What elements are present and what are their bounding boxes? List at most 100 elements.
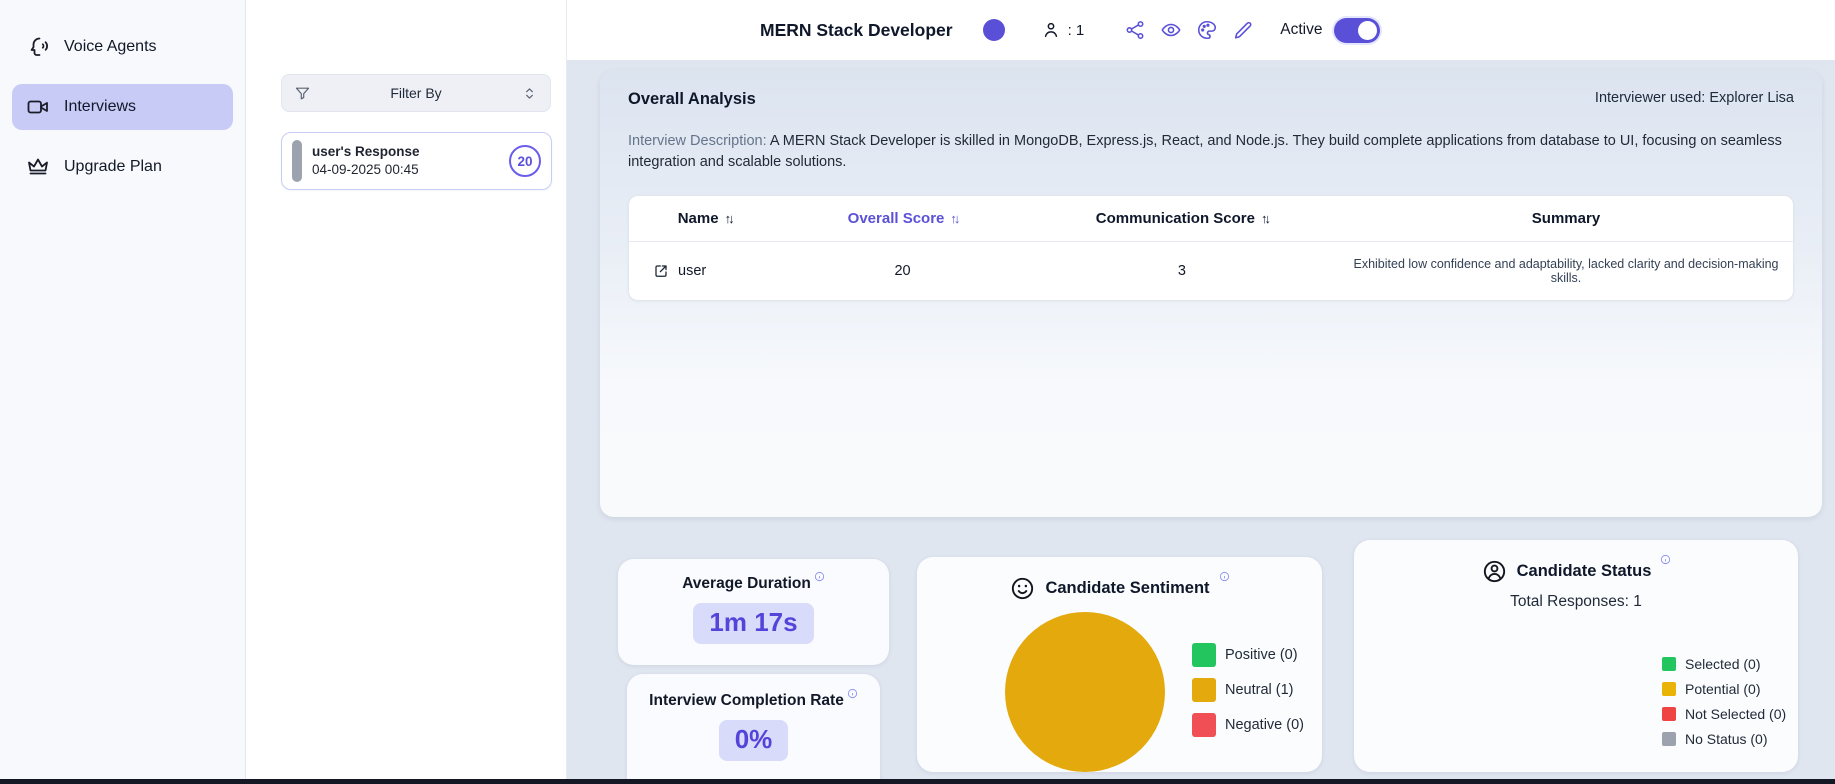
legend-label: Neutral (1)	[1225, 682, 1294, 698]
response-datetime: 04-09-2025 00:45	[312, 161, 420, 179]
legend-item-neutral: Neutral (1)	[1192, 678, 1304, 702]
column-label: Summary	[1532, 210, 1600, 227]
column-label: Name	[678, 210, 719, 227]
active-label: Active	[1280, 21, 1322, 39]
active-toggle[interactable]	[1334, 18, 1380, 43]
total-responses: Total Responses: 1	[1354, 593, 1798, 611]
table-row[interactable]: user 20 3 Exhibited low confidence and a…	[629, 242, 1793, 300]
crown-icon	[26, 155, 50, 179]
smiley-icon	[1009, 575, 1036, 602]
info-icon[interactable]	[1219, 571, 1230, 582]
sidebar-item-label: Interviews	[64, 98, 136, 116]
legend-item-selected: Selected (0)	[1662, 656, 1786, 672]
response-score-badge: 20	[509, 145, 541, 177]
candidate-name: user	[678, 263, 706, 279]
communication-score-cell: 3	[1025, 263, 1339, 279]
interview-dashboard: Voice Agents Interviews Upgrade Plan Fil…	[0, 0, 1835, 784]
candidate-status-card: Candidate Status Total Responses: 1 Sele…	[1354, 540, 1798, 772]
average-duration-value: 1m 17s	[693, 603, 813, 644]
sort-icon: ↑↓	[1261, 211, 1268, 226]
sentiment-pie-chart[interactable]	[1005, 612, 1165, 772]
legend-label: Not Selected (0)	[1685, 706, 1786, 722]
candidate-status-title: Candidate Status	[1517, 558, 1652, 585]
overall-analysis-card: Overall Analysis Interviewer used: Explo…	[600, 70, 1822, 517]
main-header: MERN Stack Developer : 1	[567, 0, 1835, 60]
funnel-icon	[294, 85, 311, 102]
completion-rate-value: 0%	[719, 720, 789, 761]
external-link-icon[interactable]	[653, 263, 669, 279]
main-content: Overall Analysis Interviewer used: Explo…	[567, 60, 1835, 784]
eye-icon	[1160, 19, 1182, 41]
pencil-icon	[1232, 19, 1254, 41]
interviewer-avatar-dot	[983, 19, 1005, 41]
window-bottom-edge	[0, 779, 1835, 784]
legend-item-potential: Potential (0)	[1662, 681, 1786, 697]
toggle-knob	[1358, 21, 1377, 40]
interview-description-label: Interview Description:	[628, 133, 767, 149]
chevron-up-down-icon	[521, 85, 538, 102]
respondent-count-value: : 1	[1068, 22, 1085, 39]
info-icon[interactable]	[1660, 554, 1671, 565]
legend-color-swatch	[1192, 713, 1216, 737]
column-header-overall-score[interactable]: Overall Score ↑↓	[780, 210, 1024, 227]
overall-analysis-title: Overall Analysis	[628, 90, 756, 109]
response-list-item[interactable]: user's Response 04-09-2025 00:45 20	[281, 132, 552, 190]
average-duration-card: Average Duration 1m 17s	[618, 559, 889, 665]
theme-button[interactable]	[1196, 19, 1218, 41]
person-icon	[1041, 20, 1061, 40]
legend-label: Negative (0)	[1225, 717, 1304, 733]
preview-button[interactable]	[1160, 19, 1182, 41]
legend-color-swatch	[1662, 707, 1676, 721]
legend-color-swatch	[1662, 682, 1676, 696]
info-icon[interactable]	[847, 688, 858, 699]
average-duration-title: Average Duration	[682, 575, 811, 593]
column-label: Communication Score	[1096, 210, 1255, 227]
table-header-row: Name↑↓ Overall Score↑↓ Communication Sco…	[629, 196, 1793, 242]
share-icon	[1124, 19, 1146, 41]
legend-label: Selected (0)	[1685, 656, 1760, 672]
sort-icon: ↑↓	[950, 211, 957, 226]
legend-color-swatch	[1662, 732, 1676, 746]
sentiment-legend: Positive (0) Neutral (1) Negative (0)	[1192, 643, 1304, 737]
sidebar-item-label: Voice Agents	[64, 38, 157, 56]
page-title: MERN Stack Developer	[760, 20, 953, 41]
legend-color-swatch	[1192, 678, 1216, 702]
legend-label: Positive (0)	[1225, 647, 1298, 663]
column-label: Overall Score	[848, 210, 945, 227]
column-header-summary: Summary	[1339, 210, 1793, 227]
column-header-name[interactable]: Name↑↓	[629, 210, 780, 227]
info-icon[interactable]	[814, 571, 825, 582]
candidate-sentiment-title: Candidate Sentiment	[1045, 575, 1209, 602]
sidebar: Voice Agents Interviews Upgrade Plan	[0, 0, 246, 784]
edit-button[interactable]	[1232, 19, 1254, 41]
column-header-communication-score[interactable]: Communication Score ↑↓	[1025, 210, 1339, 227]
completion-rate-title: Interview Completion Rate	[649, 692, 844, 710]
status-legend: Selected (0) Potential (0) Not Selected …	[1662, 656, 1786, 747]
response-name: user's Response	[312, 143, 420, 161]
legend-item-no-status: No Status (0)	[1662, 731, 1786, 747]
legend-color-swatch	[1192, 643, 1216, 667]
share-button[interactable]	[1124, 19, 1146, 41]
person-circle-icon	[1481, 558, 1508, 585]
candidate-name-cell: user	[629, 263, 780, 279]
completion-rate-card: Interview Completion Rate 0%	[627, 674, 880, 784]
interviewer-used-label: Interviewer used: Explorer Lisa	[1595, 90, 1794, 106]
sidebar-item-upgrade-plan[interactable]: Upgrade Plan	[12, 144, 233, 190]
filter-by-dropdown[interactable]: Filter By	[281, 74, 551, 112]
filter-by-label: Filter By	[311, 85, 521, 101]
legend-label: No Status (0)	[1685, 731, 1767, 747]
video-camera-icon	[26, 95, 50, 119]
legend-label: Potential (0)	[1685, 681, 1760, 697]
respondent-count: : 1	[1041, 20, 1085, 40]
responses-panel: Filter By user's Response 04-09-2025 00:…	[246, 0, 567, 784]
sidebar-item-voice-agents[interactable]: Voice Agents	[12, 24, 233, 70]
overall-score-cell: 20	[780, 263, 1024, 279]
sidebar-item-interviews[interactable]: Interviews	[12, 84, 233, 130]
palette-icon	[1196, 19, 1218, 41]
legend-item-not-selected: Not Selected (0)	[1662, 706, 1786, 722]
candidate-sentiment-card: Candidate Sentiment Positive (0) Neutral…	[917, 557, 1322, 772]
sidebar-item-label: Upgrade Plan	[64, 158, 162, 176]
voice-waves-icon	[26, 35, 50, 59]
interview-description-text: A MERN Stack Developer is skilled in Mon…	[628, 133, 1782, 170]
legend-item-positive: Positive (0)	[1192, 643, 1304, 667]
